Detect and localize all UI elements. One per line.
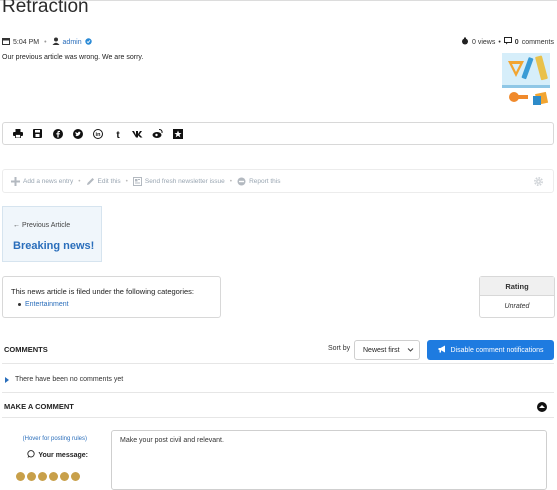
svg-text:t: t bbox=[116, 130, 120, 139]
rating-value: Unrated bbox=[504, 303, 530, 310]
meta-separator: • bbox=[498, 38, 501, 46]
actions-separator: • bbox=[229, 177, 233, 185]
linkedin-icon[interactable]: in bbox=[92, 128, 103, 139]
views-icon bbox=[461, 37, 469, 47]
tumblr-icon[interactable]: t bbox=[112, 128, 123, 139]
user-icon bbox=[52, 37, 60, 47]
comment-placeholder: Make your post civil and relevant. bbox=[120, 437, 224, 444]
add-news-entry-link[interactable]: Add a news entry bbox=[11, 176, 74, 186]
article-lead: Our previous article was wrong. We are s… bbox=[2, 54, 144, 61]
print-icon[interactable] bbox=[12, 128, 23, 139]
report-icon bbox=[237, 177, 246, 185]
calendar-icon bbox=[2, 37, 10, 47]
vk-icon[interactable] bbox=[132, 128, 143, 139]
article-time: 5:04 PM bbox=[13, 38, 40, 46]
edit-link[interactable]: Edit this bbox=[86, 177, 121, 186]
your-message-label: Your message: bbox=[27, 450, 88, 460]
make-comment-header: MAKE A COMMENT bbox=[4, 402, 74, 411]
comments-icon bbox=[503, 37, 512, 47]
categories-text: This news article is filed under the fol… bbox=[11, 287, 195, 296]
collapse-icon[interactable] bbox=[537, 402, 547, 412]
facebook-icon[interactable] bbox=[52, 128, 63, 139]
caret-right-icon bbox=[5, 376, 9, 383]
comment-bubble-icon bbox=[27, 450, 35, 460]
weibo-icon[interactable] bbox=[152, 128, 163, 139]
divider bbox=[2, 363, 554, 364]
comments-label: comments bbox=[521, 38, 554, 46]
article-stats: 0 views • 0 comments bbox=[461, 37, 554, 47]
comments-count: 0 bbox=[514, 38, 519, 46]
author-link[interactable]: admin bbox=[63, 39, 82, 46]
favorite-icon[interactable] bbox=[172, 128, 183, 139]
edit-label: Edit this bbox=[97, 177, 121, 185]
svg-text:in: in bbox=[95, 132, 101, 138]
previous-article-title[interactable]: Breaking news! bbox=[13, 240, 94, 252]
actions-bar: Add a news entry • Edit this • Send fres… bbox=[2, 169, 554, 193]
posting-rules-link[interactable]: (Hover for posting rules) bbox=[23, 436, 87, 442]
newsletter-icon bbox=[132, 176, 142, 186]
sort-select-value: Newest first bbox=[363, 346, 400, 354]
send-newsletter-link[interactable]: Send fresh newsletter issue bbox=[132, 176, 225, 186]
comment-textarea[interactable]: Make your post civil and relevant. bbox=[111, 430, 547, 490]
chevron-down-icon bbox=[407, 346, 414, 355]
comments-header: COMMENTS bbox=[4, 345, 48, 354]
twitter-icon[interactable] bbox=[72, 128, 83, 139]
actions-separator: • bbox=[125, 177, 128, 185]
sort-select[interactable]: Newest first bbox=[354, 340, 420, 360]
actions-separator: • bbox=[78, 177, 81, 185]
rating-box: Rating Unrated bbox=[479, 276, 555, 318]
verified-icon bbox=[84, 37, 92, 47]
disable-notifications-label: Disable comment notifications bbox=[450, 346, 544, 354]
page-title: Retraction bbox=[2, 0, 89, 17]
megaphone-icon bbox=[438, 345, 447, 355]
category-link[interactable]: Entertainment bbox=[25, 301, 69, 308]
your-message-text: Your message: bbox=[38, 451, 88, 459]
list-bullet bbox=[18, 303, 21, 306]
disable-notifications-button[interactable]: Disable comment notifications bbox=[427, 340, 554, 360]
rating-header: Rating bbox=[480, 277, 554, 296]
no-comments-row: There have been no comments yet bbox=[5, 376, 123, 383]
meta-separator: • bbox=[44, 38, 47, 46]
previous-article-card[interactable]: ← Previous Article Breaking news! bbox=[2, 206, 102, 262]
previous-article-label: ← Previous Article bbox=[13, 222, 71, 229]
pencil-icon bbox=[86, 177, 94, 185]
plus-icon bbox=[11, 176, 20, 186]
no-comments-text: There have been no comments yet bbox=[15, 376, 124, 383]
gear-icon[interactable] bbox=[533, 176, 544, 189]
article-illustration bbox=[498, 51, 554, 109]
categories-box: This news article is filed under the fol… bbox=[2, 276, 221, 318]
report-label: Report this bbox=[249, 177, 281, 185]
send-newsletter-label: Send fresh newsletter issue bbox=[144, 177, 225, 185]
sort-label: Sort by bbox=[328, 345, 351, 352]
divider bbox=[2, 392, 554, 393]
report-link[interactable]: Report this bbox=[237, 177, 281, 186]
share-toolbar: in t bbox=[2, 122, 554, 145]
views-count: 0 views bbox=[472, 38, 496, 46]
divider bbox=[2, 417, 554, 418]
article-meta: 5:04 PM • admin bbox=[2, 37, 92, 47]
save-icon[interactable] bbox=[32, 128, 43, 139]
add-news-entry-label: Add a news entry bbox=[23, 177, 74, 185]
